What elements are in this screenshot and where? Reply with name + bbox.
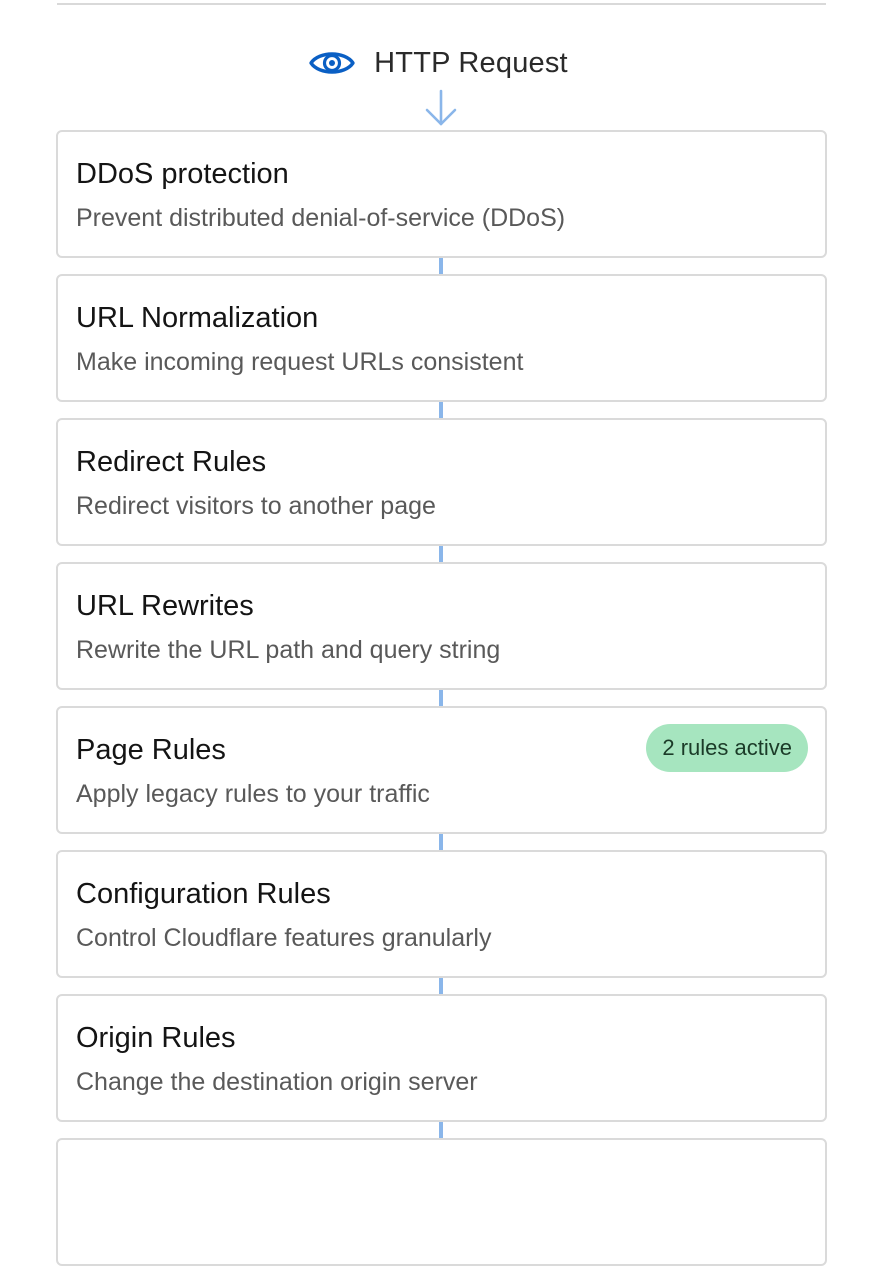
step-title: URL Rewrites — [76, 590, 254, 622]
step-card-ddos-protection[interactable]: DDoS protection Prevent distributed deni… — [56, 130, 827, 258]
step-description: Control Cloudflare features granularly — [76, 924, 492, 952]
step-title: Origin Rules — [76, 1022, 236, 1054]
step-connector — [439, 690, 443, 706]
step-description: Change the destination origin server — [76, 1068, 478, 1096]
eye-icon — [309, 52, 355, 74]
step-title: Configuration Rules — [76, 878, 331, 910]
step-card-redirect-rules[interactable]: Redirect Rules Redirect visitors to anot… — [56, 418, 827, 546]
step-connector — [439, 834, 443, 850]
step-description: Redirect visitors to another page — [76, 492, 436, 520]
rules-active-badge: 2 rules active — [646, 724, 808, 772]
step-card-url-normalization[interactable]: URL Normalization Make incoming request … — [56, 274, 827, 402]
step-connector — [439, 402, 443, 418]
step-connector — [439, 1122, 443, 1138]
step-card-next[interactable] — [56, 1138, 827, 1266]
http-request-header: HTTP Request — [0, 40, 876, 86]
header-title: HTTP Request — [374, 46, 568, 79]
step-card-page-rules[interactable]: Page Rules Apply legacy rules to your tr… — [56, 706, 827, 834]
step-description: Apply legacy rules to your traffic — [76, 780, 430, 808]
step-description: Prevent distributed denial-of-service (D… — [76, 204, 566, 232]
arrow-down-icon — [425, 89, 457, 126]
step-description: Rewrite the URL path and query string — [76, 636, 501, 664]
step-title: Redirect Rules — [76, 446, 267, 478]
step-connector — [439, 258, 443, 274]
step-connector — [439, 978, 443, 994]
step-title: DDoS protection — [76, 158, 289, 190]
step-card-url-rewrites[interactable]: URL Rewrites Rewrite the URL path and qu… — [56, 562, 827, 690]
step-card-origin-rules[interactable]: Origin Rules Change the destination orig… — [56, 994, 827, 1122]
top-divider — [57, 3, 826, 5]
step-description: Make incoming request URLs consistent — [76, 348, 524, 376]
step-connector — [439, 546, 443, 562]
step-title: URL Normalization — [76, 302, 319, 334]
request-pipeline: DDoS protection Prevent distributed deni… — [56, 130, 827, 1266]
step-card-configuration-rules[interactable]: Configuration Rules Control Cloudflare f… — [56, 850, 827, 978]
